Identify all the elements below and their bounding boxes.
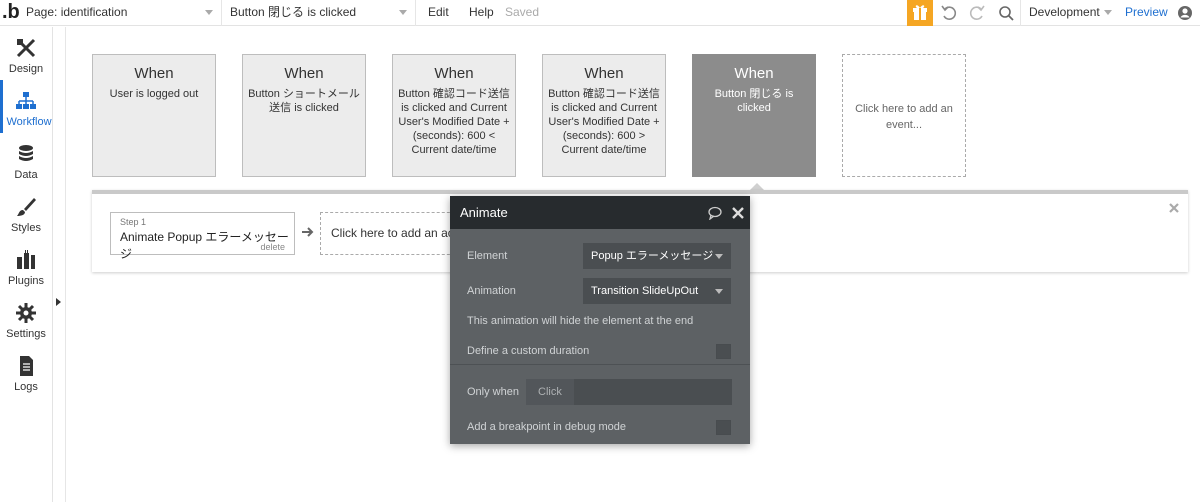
database-icon — [19, 145, 33, 161]
chevron-down-icon — [715, 254, 723, 259]
breakpoint-checkbox[interactable] — [716, 420, 731, 435]
sidebar-item-design[interactable]: Design — [0, 27, 52, 80]
sidebar-item-label: Logs — [14, 381, 38, 393]
custom-duration-checkbox[interactable] — [716, 344, 731, 359]
event-selector-label: Button 閉じる is clicked — [230, 5, 357, 19]
saved-status: Saved — [505, 5, 540, 19]
page-selector[interactable]: Page: identification — [22, 0, 222, 26]
sidebar-item-data[interactable]: Data — [0, 133, 52, 186]
step-number: Step 1 — [120, 217, 147, 227]
sidebar-item-label: Design — [8, 63, 44, 75]
event-card[interactable]: When Button 確認コード送信 is clicked and Curre… — [542, 54, 666, 177]
custom-duration-label: Define a custom duration — [467, 345, 590, 357]
sidebar-item-workflow[interactable]: Workflow — [0, 80, 52, 133]
event-when-label: When — [284, 65, 324, 82]
step-card[interactable]: Step 1 Animate Popup エラーメッセージ delete — [110, 212, 295, 261]
element-dropdown[interactable]: Popup エラーメッセージ — [583, 243, 731, 269]
add-action-label: Click here to add an action... — [331, 226, 459, 240]
brush-icon — [17, 198, 36, 216]
delete-step-link[interactable]: delete — [260, 242, 285, 252]
preview-link[interactable]: Preview — [1125, 0, 1168, 26]
event-description: Button 確認コード送信 is clicked and Current Us… — [398, 88, 510, 156]
help-menu[interactable]: Help — [469, 0, 494, 26]
workflow-icon — [16, 92, 36, 109]
environment-selector[interactable]: Development — [1020, 0, 1120, 26]
gift-icon[interactable] — [907, 0, 933, 26]
gear-icon — [16, 303, 36, 323]
event-card-selected[interactable]: When Button 閉じる is clicked — [692, 54, 816, 177]
chevron-down-icon — [715, 289, 723, 294]
sidebar-item-label: Settings — [6, 328, 46, 340]
add-event-card[interactable]: Click here to add an event... — [842, 54, 966, 177]
top-bar: .b Page: identification Button 閉じる is cl… — [0, 0, 1200, 26]
add-event-label: Click here to add an event... — [855, 103, 953, 131]
event-description: User is logged out — [109, 88, 199, 100]
edit-menu[interactable]: Edit — [428, 0, 449, 26]
event-selector[interactable]: Button 閉じる is clicked — [224, 0, 416, 26]
panel-divider — [450, 364, 750, 365]
account-icon[interactable] — [1172, 0, 1198, 26]
canvas-divider — [65, 27, 66, 502]
chevron-down-icon — [399, 10, 407, 15]
sidebar-item-settings[interactable]: Settings — [0, 292, 52, 345]
event-card[interactable]: When Button ショートメール送信 is clicked — [242, 54, 366, 177]
event-card[interactable]: When User is logged out — [92, 54, 216, 177]
design-icon — [16, 38, 36, 58]
environment-label: Development — [1029, 5, 1100, 19]
animation-dropdown[interactable]: Transition SlideUpOut — [583, 278, 731, 304]
event-card[interactable]: When Button 確認コード送信 is clicked and Curre… — [392, 54, 516, 177]
close-icon[interactable] — [731, 206, 745, 220]
event-description: Button 閉じる is clicked — [714, 88, 794, 114]
only-when-input[interactable]: Click — [526, 379, 732, 405]
plugins-icon — [17, 250, 35, 269]
animation-label: Animation — [467, 285, 516, 297]
event-description: Button ショートメール送信 is clicked — [248, 88, 360, 114]
undo-icon[interactable] — [937, 0, 961, 26]
element-label: Element — [467, 250, 508, 262]
arrow-right-icon — [302, 227, 314, 237]
only-when-label: Only when — [467, 386, 519, 398]
element-value: Popup エラーメッセージ — [591, 250, 714, 262]
event-when-label: When — [584, 65, 624, 82]
page-selector-label: Page: identification — [26, 5, 128, 19]
event-description: Button 確認コード送信 is clicked and Current Us… — [548, 88, 660, 156]
redo-icon[interactable] — [965, 0, 989, 26]
sidebar-item-plugins[interactable]: Plugins — [0, 239, 52, 292]
event-when-label: When — [734, 65, 774, 82]
document-icon — [20, 356, 33, 376]
comment-icon[interactable] — [708, 206, 722, 220]
close-icon[interactable] — [1168, 202, 1180, 214]
sidebar-item-label: Workflow — [6, 116, 52, 128]
sidebar-item-styles[interactable]: Styles — [0, 186, 52, 239]
panel-title: Animate — [460, 205, 508, 220]
animation-hint: This animation will hide the element at … — [467, 315, 694, 327]
left-sidebar: Design Workflow Data Styles Plugins Sett… — [0, 27, 53, 502]
sidebar-item-label: Data — [14, 169, 38, 181]
sidebar-item-logs[interactable]: Logs — [0, 345, 52, 398]
add-action-card[interactable]: Click here to add an action... — [320, 212, 460, 255]
expand-arrow-icon[interactable] — [56, 298, 61, 306]
bubble-logo[interactable]: .b — [2, 0, 24, 26]
panel-header: Animate — [450, 196, 750, 229]
chevron-down-icon — [205, 10, 213, 15]
search-icon[interactable] — [994, 0, 1018, 26]
sidebar-item-label: Plugins — [7, 275, 45, 287]
only-when-placeholder: Click — [526, 379, 574, 405]
event-when-label: When — [134, 65, 174, 82]
animate-property-editor: Animate Element Popup エラーメッセージ Animation… — [450, 196, 750, 444]
event-when-label: When — [434, 65, 474, 82]
breakpoint-label: Add a breakpoint in debug mode — [467, 421, 627, 433]
sidebar-item-label: Styles — [11, 222, 41, 234]
animation-value: Transition SlideUpOut — [591, 285, 699, 297]
chevron-down-icon — [1104, 10, 1112, 15]
